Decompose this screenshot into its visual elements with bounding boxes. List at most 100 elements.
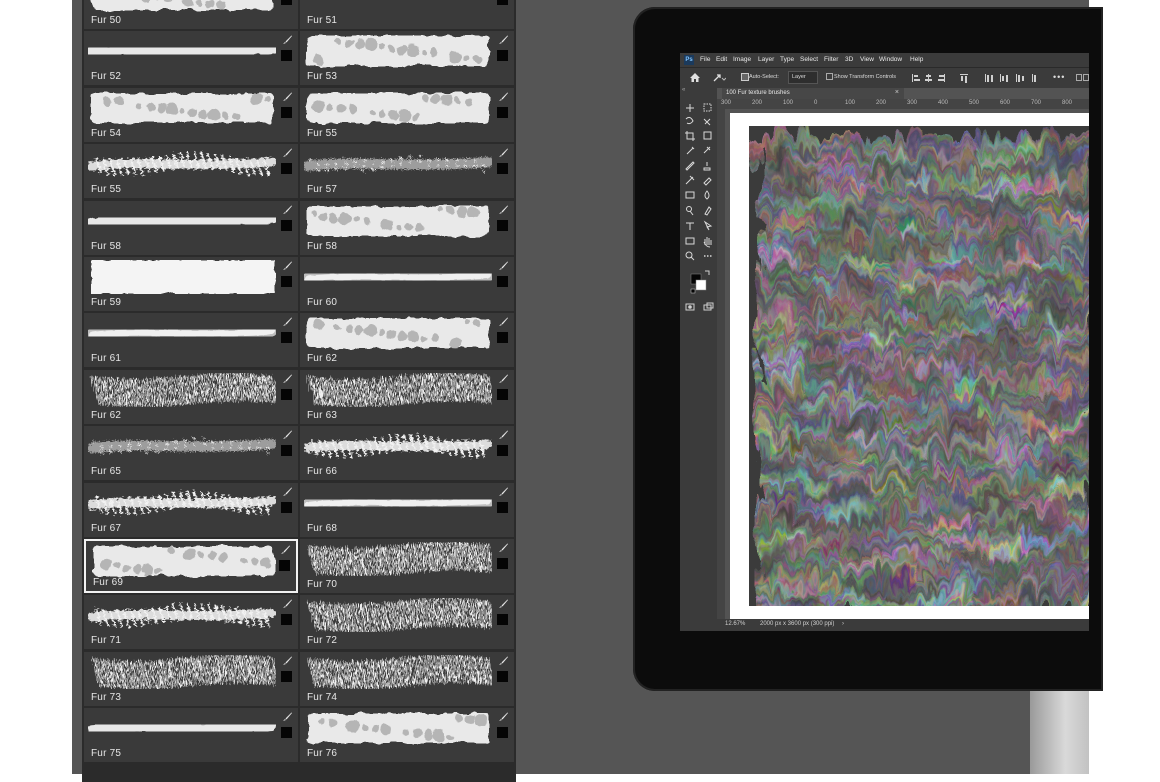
- brush-preset-tile[interactable]: Fur 60: [300, 257, 514, 311]
- brush-preset-tile[interactable]: Fur 51: [300, 0, 514, 29]
- menu-select[interactable]: Select: [800, 56, 818, 63]
- brush-tool-icon: [499, 374, 508, 383]
- menu-edit[interactable]: Edit: [716, 56, 727, 63]
- brush-preset-tile[interactable]: Fur 74: [300, 651, 514, 706]
- menu-type[interactable]: Type: [780, 56, 794, 63]
- brush-preset-tile[interactable]: Fur 75: [84, 708, 298, 763]
- auto-select-checkbox[interactable]: [741, 73, 749, 81]
- brush-preset-tile[interactable]: Fur 54: [84, 87, 298, 142]
- brush-preset-name: Fur 65: [91, 466, 122, 478]
- brush-preset-tile[interactable]: Fur 65: [84, 426, 298, 481]
- brush-preset-tile[interactable]: Fur 69: [84, 539, 298, 593]
- menu-window[interactable]: Window: [879, 56, 902, 63]
- ruler-tick-label: 600: [1000, 100, 1011, 106]
- brush-stroke-preview: [88, 720, 276, 736]
- brush-color-swatch: [281, 727, 292, 739]
- document-tab[interactable]: 100 Fur texture brushes ×: [722, 88, 904, 99]
- brush-preset-tile[interactable]: Fur 66: [300, 426, 514, 481]
- brush-color-swatch: [279, 560, 290, 571]
- brush-tool-icon: [499, 543, 508, 552]
- brush-color-swatch: [497, 670, 508, 682]
- brush-preset-tile[interactable]: Fur 53: [300, 31, 514, 86]
- brush-tool-icon: [499, 205, 508, 214]
- brush-preset-tile[interactable]: Fur 55: [84, 144, 298, 199]
- brush-stroke-preview: [307, 92, 489, 123]
- menu-file[interactable]: File: [700, 56, 710, 63]
- menu-view[interactable]: View: [860, 56, 874, 63]
- menu-image[interactable]: Image: [733, 56, 751, 63]
- options-bar: Auto-Select: Layer Show Transform Contro…: [680, 67, 1089, 88]
- brush-preset-name: Fur 53: [307, 71, 338, 83]
- brush-tool-icon: [499, 148, 508, 158]
- brush-preset-tile[interactable]: Fur 52: [84, 31, 298, 86]
- brush-preset-tile[interactable]: Fur 55: [300, 87, 514, 142]
- brush-preset-name: Fur 61: [91, 353, 122, 365]
- brush-preset-name: Fur 70: [307, 579, 338, 590]
- brush-preset-tile[interactable]: Fur 70: [300, 539, 514, 593]
- brush-tool-icon: [283, 599, 292, 609]
- brush-preset-name: Fur 55: [307, 127, 338, 139]
- brush-preset-name: Fur 59: [91, 297, 122, 308]
- brush-stroke-preview: [88, 151, 276, 177]
- brush-color-swatch: [497, 558, 508, 569]
- brush-preset-tile[interactable]: Fur 57: [300, 144, 514, 199]
- brush-tool-icon: [283, 261, 292, 270]
- brush-preset-tile[interactable]: Fur 62: [300, 313, 514, 368]
- brush-preset-tile[interactable]: Fur 71: [84, 595, 298, 650]
- brush-preset-name: Fur 58: [307, 240, 338, 252]
- brush-color-swatch: [281, 670, 292, 682]
- ruler-tick-label: 200: [876, 100, 887, 106]
- brush-tool-icon: [283, 656, 292, 665]
- zoom-level[interactable]: 12.67%: [725, 621, 745, 627]
- brush-preset-name: Fur 67: [91, 522, 122, 534]
- collapse-panel-icon[interactable]: «: [682, 87, 685, 93]
- brush-preset-tile[interactable]: Fur 58: [84, 200, 298, 255]
- brush-stroke-preview: [88, 325, 276, 342]
- brush-preset-name: Fur 51: [307, 15, 338, 26]
- scene: Fur 50 Fur 51 Fur 52 Fur 53 Fur 54 Fur 5…: [0, 0, 1160, 782]
- brush-preset-tile[interactable]: Fur 59: [84, 257, 298, 311]
- brush-preset-name: Fur 69: [93, 577, 124, 588]
- brush-preset-tile[interactable]: Fur 76: [300, 708, 514, 763]
- brush-stroke-preview: [304, 494, 492, 511]
- more-options-icon[interactable]: •••: [1053, 72, 1065, 82]
- ruler-tick-label: 500: [969, 100, 980, 106]
- brush-tool-icon: [283, 35, 292, 45]
- auto-select-dropdown[interactable]: Layer: [788, 71, 818, 84]
- ruler-tick-label: 100: [783, 100, 794, 106]
- brush-stroke-preview: [307, 36, 489, 67]
- 3d-mode-icon[interactable]: [1076, 74, 1089, 82]
- brush-preset-tile[interactable]: Fur 68: [300, 482, 514, 537]
- brush-preset-tile[interactable]: Fur 58: [300, 200, 514, 255]
- brush-stroke-preview: [307, 372, 492, 407]
- menu-layer[interactable]: Layer: [758, 56, 774, 63]
- brush-tool-icon: [283, 92, 292, 101]
- move-tool-icon[interactable]: [712, 73, 726, 83]
- menu-bar: Ps File Edit Image Layer Type Select Fil…: [680, 53, 1089, 67]
- brush-stroke-preview: [307, 205, 489, 236]
- brush-preset-name: Fur 62: [307, 353, 338, 365]
- menu-filter[interactable]: Filter: [824, 56, 838, 63]
- home-icon[interactable]: [689, 72, 701, 83]
- brush-preset-tile[interactable]: Fur 72: [300, 595, 514, 650]
- brush-color-swatch: [497, 106, 508, 118]
- transform-controls-label: Show Transform Controls: [834, 74, 897, 80]
- brush-tool-icon: [499, 317, 508, 327]
- close-tab-icon[interactable]: ×: [895, 89, 899, 96]
- brush-preset-tile[interactable]: Fur 50: [84, 0, 298, 29]
- menu-help[interactable]: Help: [910, 56, 923, 63]
- ruler-tick-label: 300: [721, 100, 732, 106]
- brush-preset-tile[interactable]: Fur 73: [84, 651, 298, 706]
- brush-preset-tile[interactable]: Fur 61: [84, 313, 298, 368]
- menu-3d[interactable]: 3D: [845, 56, 853, 63]
- brush-preset-tile[interactable]: Fur 63: [300, 369, 514, 424]
- brush-tool-icon: [283, 712, 292, 722]
- status-menu-arrow-icon[interactable]: ›: [842, 621, 844, 627]
- brush-preset-tile[interactable]: Fur 62: [84, 369, 298, 424]
- brush-preset-tile[interactable]: Fur 67: [84, 482, 298, 537]
- brush-tool-icon: [283, 317, 292, 327]
- tool-icons[interactable]: [680, 99, 717, 339]
- align-icons[interactable]: [910, 72, 1050, 84]
- brush-stroke-preview: [304, 0, 466, 3]
- transform-controls-checkbox[interactable]: [826, 73, 833, 80]
